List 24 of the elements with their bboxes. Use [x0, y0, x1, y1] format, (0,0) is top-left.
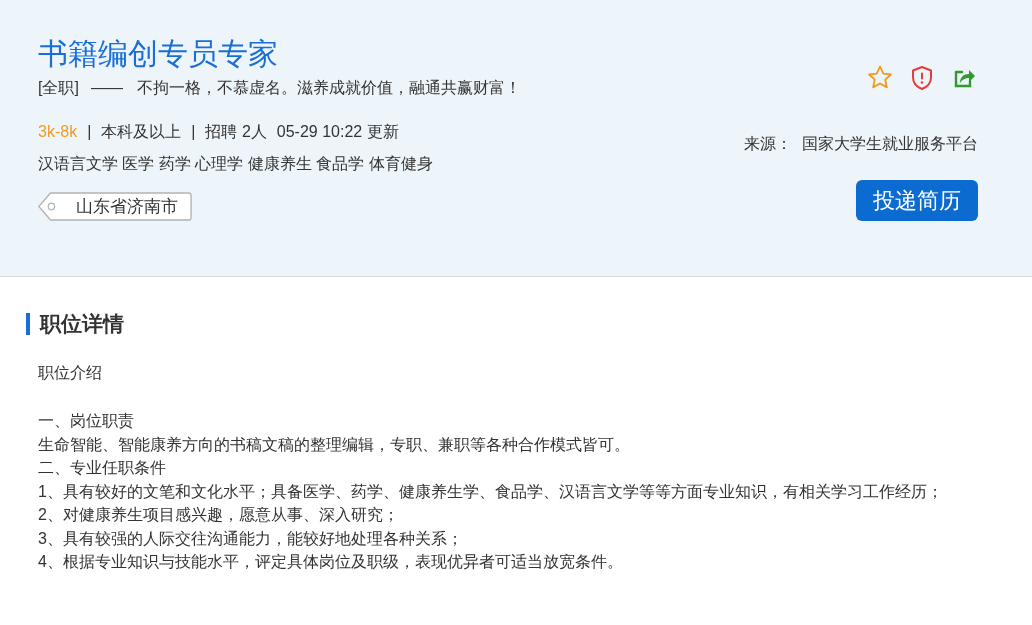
update-time: 05-29 10:22 更新: [276, 122, 399, 142]
source-label: 来源：: [744, 134, 792, 154]
description-line: 生命智能、智能康养方向的书稿文稿的整理编辑，专职、兼职等各种合作模式皆可。: [38, 434, 631, 455]
location-tag: 山东省济南市: [38, 192, 192, 221]
separator: |: [191, 122, 196, 142]
source-name: 国家大学生就业服务平台: [802, 134, 978, 154]
education: 本科及以上: [101, 122, 182, 142]
description-line: 3、具有较强的人际交往沟通能力，能较好地处理各种关系；: [38, 528, 464, 549]
job-slogan: 不拘一格，不慕虚名。滋养成就价值，融通共赢财富！: [136, 78, 521, 98]
description-line: 二、专业任职条件: [38, 458, 167, 478]
description-line: 1、具有较好的文笔和文化水平；具备医学、药学、健康养生学、食品学、汉语言文学等等方面专业知识，有相关学习工作经历；: [38, 481, 944, 502]
majors-text: 汉语言文学 医学 药学 心理学 健康养生 食品学 体育健身: [38, 154, 434, 174]
description-line: 一、岗位职责: [38, 411, 135, 431]
job-type: [全职]: [38, 78, 79, 98]
description-line: 4、根据专业知识与技能水平，评定具体岗位及职级，表现优异者可适当放宽条件。: [38, 552, 624, 572]
description-line: 2、对健康养生项目感兴趣，愿意从事、深入研究；: [38, 505, 400, 525]
apply-button[interactable]: 投递简历: [856, 180, 978, 221]
section-title: 职位详情: [26, 313, 994, 335]
intro-heading: 职位介绍: [38, 363, 103, 383]
salary: 3k-8k: [38, 122, 78, 142]
job-title: 书籍编创专员专家: [38, 36, 279, 72]
dash: ——: [90, 78, 123, 98]
hiring-count: 招聘 2人: [205, 122, 267, 142]
separator: |: [87, 122, 92, 142]
